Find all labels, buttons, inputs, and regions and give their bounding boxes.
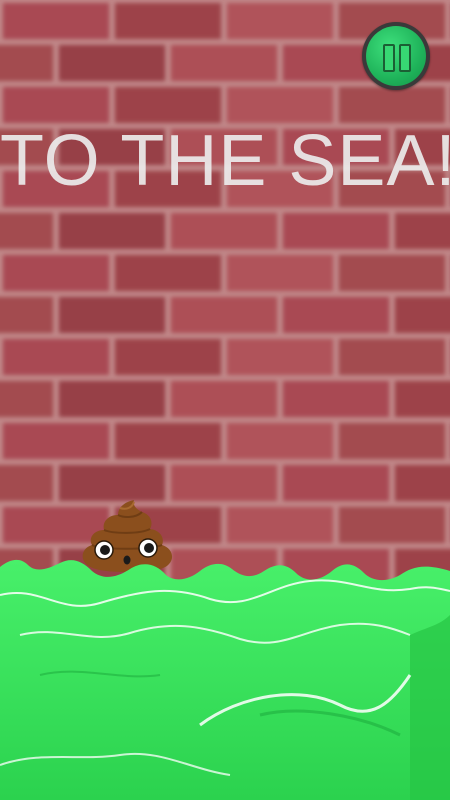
brick: [227, 507, 333, 543]
brick: [395, 381, 450, 417]
brick: [3, 87, 109, 123]
sea-waves: [0, 559, 450, 800]
brick: [0, 297, 53, 333]
pause-button[interactable]: [362, 22, 430, 90]
brick: [227, 423, 333, 459]
brick: [171, 465, 277, 501]
brick: [339, 507, 445, 543]
brick: [115, 3, 221, 39]
brick: [283, 297, 389, 333]
brick: [171, 45, 277, 81]
brick: [395, 297, 450, 333]
brick: [171, 381, 277, 417]
brick: [339, 87, 445, 123]
brick: [0, 465, 53, 501]
brick: [3, 339, 109, 375]
brick: [283, 465, 389, 501]
brick: [339, 255, 445, 291]
brick: [115, 339, 221, 375]
brick: [283, 381, 389, 417]
brick: [227, 255, 333, 291]
brick: [115, 87, 221, 123]
brick: [115, 255, 221, 291]
pause-icon: [366, 26, 426, 86]
brick: [283, 213, 389, 249]
brick: [3, 3, 109, 39]
brick: [171, 297, 277, 333]
pause-bar-right: [399, 44, 411, 72]
brick: [59, 45, 165, 81]
game-screen: TO THE SEA!!: [0, 0, 450, 800]
brick: [3, 255, 109, 291]
brick: [3, 423, 109, 459]
brick: [0, 213, 53, 249]
brick: [395, 465, 450, 501]
brick: [59, 213, 165, 249]
brick: [115, 423, 221, 459]
brick: [59, 381, 165, 417]
brick: [339, 423, 445, 459]
brick: [0, 45, 53, 81]
pause-bar-left: [383, 44, 395, 72]
brick: [227, 339, 333, 375]
brick: [59, 465, 165, 501]
brick: [0, 381, 53, 417]
brick: [171, 213, 277, 249]
brick: [395, 213, 450, 249]
brick: [339, 339, 445, 375]
level-title: TO THE SEA!!: [0, 121, 450, 201]
brick: [227, 3, 333, 39]
brick: [227, 87, 333, 123]
brick: [59, 297, 165, 333]
